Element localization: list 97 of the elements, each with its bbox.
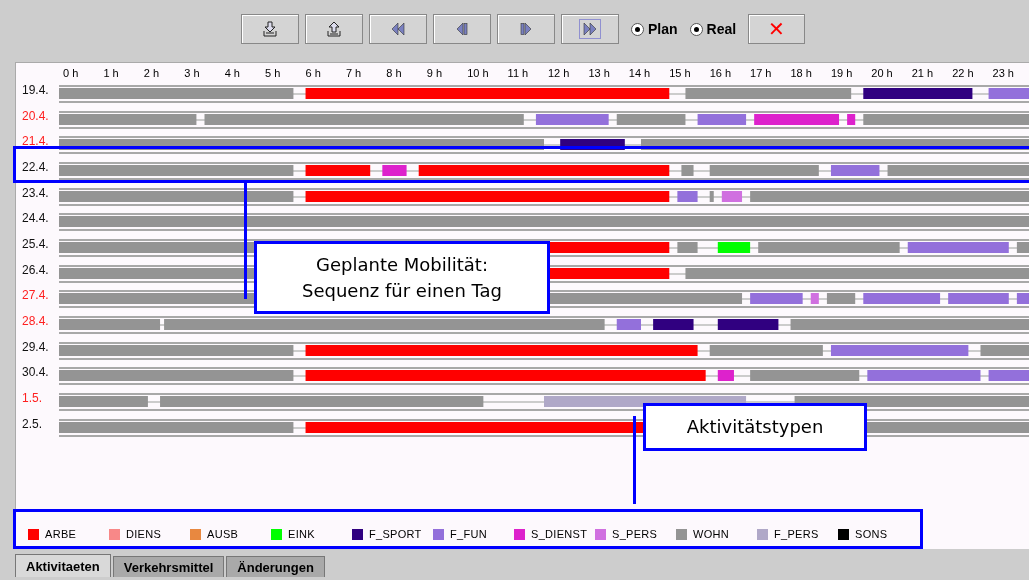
tab[interactable]: Änderungen <box>226 556 325 577</box>
step-forward-icon <box>520 23 532 35</box>
hour-label: 1 h <box>103 67 119 79</box>
activity-bar <box>948 293 1009 305</box>
radio-circle[interactable] <box>631 22 644 36</box>
double-right-arrow-button[interactable] <box>561 14 619 44</box>
date-label: 29.4. <box>21 339 50 354</box>
activity-bar <box>721 190 743 202</box>
hour-label: 19 h <box>830 67 853 79</box>
tray-download-button[interactable] <box>241 14 299 44</box>
date-label: 23.4. <box>21 185 50 200</box>
date-label: 20.4. <box>21 108 50 123</box>
activity-bar <box>681 164 694 176</box>
activity-bar <box>677 241 698 253</box>
activity-bar <box>697 113 747 125</box>
tab[interactable]: Aktivitaeten <box>15 554 111 577</box>
date-label: 22.4. <box>21 159 50 174</box>
step-forward-button[interactable] <box>497 14 555 44</box>
hour-label: 12 h <box>548 67 570 79</box>
hour-label: 7 h <box>345 67 362 79</box>
activity-bar <box>750 293 803 305</box>
date-label: 21.4. <box>21 134 50 149</box>
tray-upload-button[interactable] <box>305 14 363 44</box>
activity-bar <box>717 241 751 253</box>
hour-label: 6 h <box>305 67 321 79</box>
hour-label: 4 h <box>224 67 240 79</box>
hour-label: 23 h <box>992 67 1014 79</box>
legend-label: DIENS <box>126 528 162 540</box>
activity-bar <box>709 190 714 202</box>
activity-bar <box>677 190 698 202</box>
activity-bar <box>616 319 641 331</box>
activity-bar <box>305 164 371 176</box>
legend-label: AUSB <box>207 528 239 540</box>
radio-label: Real <box>706 21 737 37</box>
date-label: 25.4. <box>21 236 50 251</box>
hour-label: 0 h <box>63 67 79 79</box>
legend-label: EINK <box>288 528 315 540</box>
legend-label: S_DIENST <box>531 528 588 540</box>
activity-bar <box>847 113 856 125</box>
hour-label: 9 h <box>426 67 443 79</box>
radio-circle[interactable] <box>689 22 703 36</box>
activity-bar <box>382 164 407 176</box>
legend-label: F_FUN <box>450 528 487 540</box>
step-back-icon <box>456 23 468 35</box>
activity-bar <box>1016 293 1029 305</box>
activity-bar <box>616 113 686 125</box>
hour-label: 18 h <box>790 67 812 79</box>
legend-label: WOHN <box>693 528 730 540</box>
activity-bar <box>1016 241 1029 253</box>
activity-bar <box>980 344 1029 356</box>
hour-label: 13 h <box>588 67 610 79</box>
date-label: 30.4. <box>21 365 50 380</box>
activity-bar <box>830 164 880 176</box>
activity-bar <box>653 319 694 331</box>
tray-download-icon <box>263 21 277 37</box>
tray-upload-icon <box>327 21 341 37</box>
legend-label: F_SPORT <box>369 528 422 540</box>
hour-label: 15 h <box>669 67 691 79</box>
activity-bar <box>717 370 734 382</box>
hour-label: 5 h <box>265 67 281 79</box>
hour-label: 3 h <box>184 67 200 79</box>
hour-label: 22 h <box>952 67 974 79</box>
activity-bar <box>988 370 1029 382</box>
date-label: 27.4. <box>21 288 50 303</box>
callout-tooltip: Geplante Mobilität: Sequenz für einen Tag <box>254 241 550 314</box>
double-left-arrow-button[interactable] <box>369 14 427 44</box>
legend-label: F_PERS <box>774 528 819 540</box>
tab[interactable]: Verkehrsmittel <box>112 556 225 577</box>
hour-label: 11 h <box>507 67 529 79</box>
date-label: 26.4. <box>21 262 50 277</box>
date-label: 2.5. <box>21 416 43 431</box>
date-label: 1.5. <box>21 391 43 406</box>
callout-tooltip: Aktivitätstypen <box>643 403 867 451</box>
hour-label: 2 h <box>143 67 160 79</box>
hour-label: 20 h <box>871 67 893 79</box>
hour-label: 16 h <box>709 67 732 79</box>
activity-bar <box>810 293 819 305</box>
hour-label: 17 h <box>750 67 772 79</box>
double-left-arrow-icon <box>391 23 405 35</box>
date-label: 19.4. <box>21 82 50 97</box>
step-back-button[interactable] <box>433 14 491 44</box>
hour-label: 10 h <box>467 67 489 79</box>
activity-bar <box>560 139 625 151</box>
hour-label: 8 h <box>386 67 402 79</box>
legend-label: SONS <box>855 528 888 540</box>
radio-option[interactable]: Plan <box>631 14 678 44</box>
legend-label: ARBE <box>45 528 77 540</box>
hour-label: 21 h <box>911 67 934 79</box>
date-label: 24.4. <box>21 211 50 226</box>
activity-bar <box>988 87 1029 99</box>
radio-option[interactable]: Real <box>689 14 737 44</box>
legend-label: S_PERS <box>612 528 658 540</box>
date-label: 28.4. <box>21 314 50 329</box>
activity-bar <box>717 319 779 331</box>
radio-label: Plan <box>648 21 678 37</box>
hour-label: 14 h <box>628 67 651 79</box>
activity-bar <box>826 293 856 305</box>
